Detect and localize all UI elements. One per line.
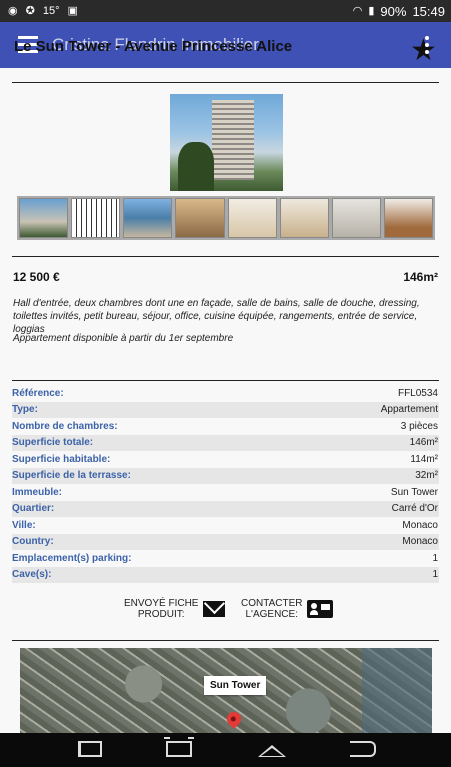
tower-shape — [212, 100, 254, 180]
availability-note: Appartement disponible à partir du 1er s… — [13, 333, 234, 344]
image-icon: ▣ — [67, 5, 78, 17]
wifi-icon: ◠ — [352, 5, 363, 17]
spec-value: 32m² — [415, 470, 438, 482]
map-view[interactable]: Sun Tower — [20, 648, 432, 738]
spec-key: Superficie habitable: — [12, 453, 111, 465]
contact-line2: L'AGENCE: — [245, 609, 298, 620]
send-sheet-label: ENVOYÉ FICHE PRODUIT: — [124, 598, 198, 620]
table-row: Ville: Monaco — [12, 517, 439, 534]
table-row: Emplacement(s) parking: 1 — [12, 550, 439, 567]
spec-key: Cave(s): — [12, 569, 52, 581]
thumbnail[interactable] — [383, 198, 433, 238]
spec-value: 146m² — [409, 437, 438, 449]
spec-key: Quartier: — [12, 503, 55, 515]
thumbnail[interactable] — [19, 198, 69, 238]
contact-card-icon[interactable] — [307, 600, 334, 618]
table-row: Cave(s): 1 — [12, 566, 439, 583]
spec-value: 1 — [432, 569, 438, 581]
table-row: Superficie de la terrasse: 32m² — [12, 467, 439, 484]
spec-value: Sun Tower — [390, 486, 438, 498]
thumbnail[interactable] — [279, 198, 329, 238]
thumbnail[interactable] — [71, 198, 121, 238]
map-marker-label: Sun Tower — [204, 676, 267, 695]
thumbnail[interactable] — [123, 198, 173, 238]
main-photo[interactable] — [170, 94, 283, 191]
page-title: Le Sun Tower - Avenue Princesse Alice — [14, 38, 293, 55]
home-icon[interactable] — [258, 745, 286, 757]
contact-agency-label: CONTACTER L'AGENCE: — [241, 598, 302, 620]
send-sheet-line2: PRODUIT: — [137, 609, 185, 620]
divider — [12, 82, 439, 83]
palm-shape — [178, 142, 214, 191]
table-row: Quartier: Carré d'Or — [12, 500, 439, 517]
send-sheet-line1: ENVOYÉ FICHE — [124, 598, 199, 609]
spec-value: 114m² — [410, 453, 438, 465]
description: Hall d'entrée, deux chambres dont une en… — [13, 298, 420, 335]
status-bar: ◉ ✪ 15° ▣ ◠ ▮ 90% 15:49 — [0, 0, 451, 22]
contact-line1: CONTACTER — [241, 598, 303, 609]
mail-icon[interactable] — [203, 601, 226, 617]
battery-icon: ▮ — [368, 5, 375, 17]
area: 146m² — [403, 270, 438, 284]
spec-value: Appartement — [380, 404, 438, 416]
spec-key: Superficie totale: — [12, 437, 94, 449]
divider — [12, 256, 439, 257]
eye-icon: ◉ — [8, 5, 18, 17]
spec-value: 3 pièces — [400, 420, 438, 432]
divider — [12, 380, 439, 381]
overflow-menu-icon[interactable] — [425, 36, 431, 57]
spec-key: Superficie de la terrasse: — [12, 470, 131, 482]
spec-key: Type: — [12, 404, 38, 416]
spec-key: Country: — [12, 536, 54, 548]
thumbnail[interactable] — [175, 198, 225, 238]
table-row: Immeuble: Sun Tower — [12, 484, 439, 501]
navigation-bar — [0, 733, 451, 767]
table-row: Country: Monaco — [12, 533, 439, 550]
spec-key: Référence: — [12, 387, 64, 399]
spec-key: Nombre de chambres: — [12, 420, 118, 432]
send-sheet-button[interactable]: ENVOYÉ FICHE PRODUIT: — [124, 598, 226, 620]
thumbnail-strip — [17, 196, 435, 240]
spec-key: Emplacement(s) parking: — [12, 552, 132, 564]
spec-value: Monaco — [402, 519, 438, 531]
spec-key: Ville: — [12, 519, 36, 531]
settings-icon: ✪ — [25, 5, 35, 17]
spec-value: Monaco — [402, 536, 438, 548]
spec-table: Référence: FFL0534 Type: Appartement Nombr… — [12, 385, 439, 583]
status-left: ◉ ✪ 15° ▣ — [8, 3, 78, 19]
spec-value: 1 — [432, 552, 438, 564]
map-pin-icon[interactable] — [224, 709, 244, 729]
temperature-text: 15° — [42, 5, 60, 17]
battery-level: 90% — [380, 3, 407, 19]
table-row: Nombre de chambres: 3 pièces — [12, 418, 439, 435]
favorite-star-icon[interactable]: ★ — [410, 36, 437, 66]
thumbnail[interactable] — [227, 198, 277, 238]
table-row: Référence: FFL0534 — [12, 385, 439, 402]
clock: 15:49 — [412, 3, 445, 19]
recents-icon[interactable] — [78, 741, 102, 757]
spec-value: FFL0534 — [397, 387, 438, 399]
spec-value: Carré d'Or — [391, 503, 438, 515]
app-bar: Cristina Flandrin Immobilier Le Sun Towe… — [0, 22, 451, 68]
thumbnail[interactable] — [331, 198, 381, 238]
divider — [12, 640, 439, 641]
status-right: ◠ ▮ 90% 15:49 — [353, 3, 445, 19]
screenshot-icon[interactable] — [164, 737, 194, 757]
table-row: Superficie totale: 146m² — [12, 434, 439, 451]
table-row: Type: Appartement — [12, 401, 439, 418]
back-icon[interactable] — [350, 741, 376, 757]
spec-key: Immeuble: — [12, 486, 63, 498]
table-row: Superficie habitable: 114m² — [12, 451, 439, 468]
price: 12 500 € — [13, 270, 60, 284]
sea-area — [362, 648, 432, 738]
contact-agency-button[interactable]: CONTACTER L'AGENCE: — [241, 598, 334, 620]
